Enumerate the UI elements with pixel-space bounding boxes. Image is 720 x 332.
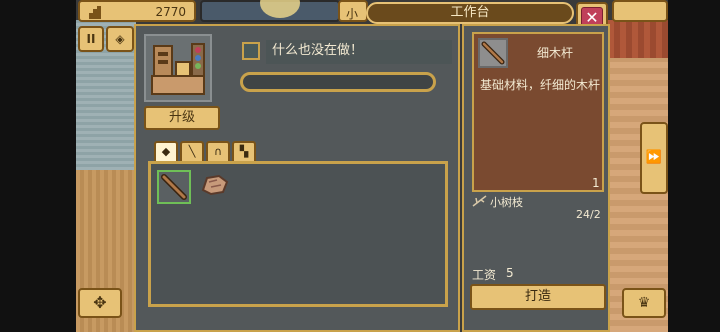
wooden-stick-icon: [481, 41, 505, 65]
crafting-progress-bar: [240, 72, 436, 92]
background-edge-left: [0, 0, 76, 332]
recipe-slot-leather[interactable]: [197, 168, 231, 202]
workbench-icon: [144, 34, 212, 102]
crown-button[interactable]: ♛: [622, 288, 666, 318]
recipe-slot-wooden-stick[interactable]: [157, 170, 191, 204]
status-checkbox: [242, 42, 260, 60]
coin-stack-icon: [89, 6, 101, 19]
dpad-button[interactable]: ✥: [78, 288, 122, 318]
window-title: 工作台: [366, 2, 574, 24]
pause-button[interactable]: II: [78, 26, 104, 52]
tab-materials[interactable]: ◆: [154, 141, 178, 161]
coins-value: 2770: [155, 5, 186, 19]
leather-icon: [201, 174, 229, 196]
item-description: 基础材料，纤细的木杆: [480, 78, 601, 92]
item-name: 细木杆: [536, 46, 573, 60]
background-edge-right: [668, 0, 720, 332]
time-of-day-indicator: [200, 0, 340, 22]
item-card: 细木杆 基础材料，纤细的木杆 1: [472, 32, 604, 192]
ingredient-quantity: 24/2: [576, 208, 601, 221]
workbench-panel: 升级 什么也没在做！ ◆ ╲ ∩ ▚: [134, 24, 460, 332]
wage-value: 5: [506, 266, 514, 280]
armor-icon: ▚: [239, 145, 249, 158]
helmet-icon: ∩: [213, 145, 223, 158]
tab-tools[interactable]: ╲: [180, 141, 204, 161]
coins-counter: 2770: [78, 0, 196, 22]
map-button[interactable]: ◈: [106, 26, 134, 52]
item-icon-box: [478, 38, 508, 68]
materials-icon: ◆: [161, 145, 171, 158]
status-text: 什么也没在做！: [266, 40, 452, 64]
recipe-grid: [148, 161, 448, 307]
tab-armor[interactable]: ▚: [232, 141, 256, 161]
item-count: 1: [592, 176, 600, 190]
sun-icon: [260, 0, 300, 18]
top-right-panel: [612, 0, 668, 22]
craft-button[interactable]: 打造: [470, 284, 606, 310]
item-detail-panel: 细木杆 基础材料，纤细的木杆 1 小树枝 24/2 工资 5 打造: [462, 24, 610, 332]
wooden-stick-icon: [161, 174, 187, 200]
background-wall: [608, 20, 668, 58]
tab-helmets[interactable]: ∩: [206, 141, 230, 161]
location-label-box: 小: [338, 0, 368, 22]
ingredient-name: 小树枝: [490, 196, 523, 209]
upgrade-button[interactable]: 升级: [144, 106, 220, 130]
twig-icon: [472, 195, 487, 207]
fast-forward-button[interactable]: ⏩: [640, 122, 668, 194]
tools-icon: ╲: [188, 145, 196, 158]
location-label: 小: [346, 7, 359, 21]
wage-label: 工资: [472, 268, 497, 282]
